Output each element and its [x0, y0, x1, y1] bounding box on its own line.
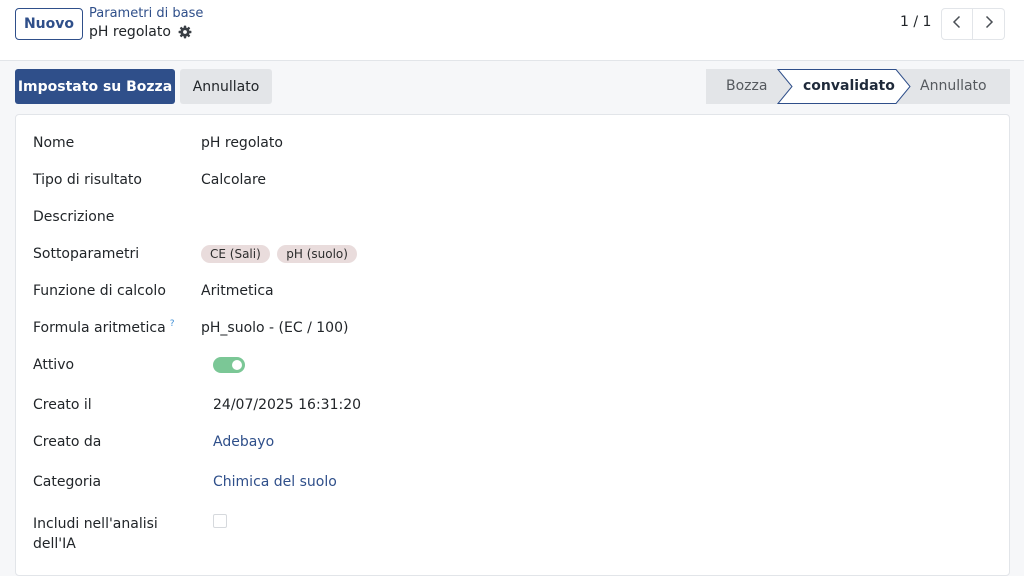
field-value-formula-aritmetica[interactable]: pH_suolo - (EC / 100)	[201, 320, 348, 336]
formula-label-text: Formula aritmetica	[33, 320, 166, 336]
cancel-button[interactable]: Annullato	[180, 69, 272, 104]
includi-ia-label-line2: dell'IA	[33, 536, 76, 552]
tag-ph-suolo[interactable]: pH (suolo)	[277, 245, 357, 263]
tag-ce-sali[interactable]: CE (Sali)	[201, 245, 270, 263]
new-button[interactable]: Nuovo	[15, 8, 83, 40]
control-panel: Nuovo Parametri di base pH regolato 1 / …	[0, 0, 1024, 61]
field-value-tipo-risultato[interactable]: Calcolare	[201, 172, 266, 188]
field-value-creato-da-link[interactable]: Adebayo	[213, 434, 274, 450]
record-title: pH regolato	[89, 24, 171, 40]
active-toggle[interactable]	[213, 357, 245, 373]
status-stage-convalidato[interactable]: convalidato	[803, 78, 895, 94]
pager-previous-button[interactable]	[941, 8, 973, 40]
field-label-creato-da: Creato da	[33, 434, 102, 450]
field-label-descrizione: Descrizione	[33, 209, 115, 225]
chevron-right-icon	[984, 15, 994, 33]
field-value-sottoparametri[interactable]: CE (Sali) pH (suolo)	[201, 245, 360, 263]
field-value-funzione-calcolo[interactable]: Aritmetica	[201, 283, 274, 299]
includi-ia-label-line1: Includi nell'analisi	[33, 516, 158, 532]
chevron-left-icon	[952, 15, 962, 33]
field-label-creato-il: Creato il	[33, 397, 92, 413]
field-label-categoria: Categoria	[33, 474, 102, 490]
field-label-funzione-calcolo: Funzione di calcolo	[33, 283, 166, 299]
status-stage-bozza[interactable]: Bozza	[726, 78, 767, 94]
pager-next-button[interactable]	[973, 8, 1005, 40]
toggle-knob	[232, 360, 242, 370]
field-label-formula-aritmetica: Formula aritmetica?	[33, 319, 175, 336]
pager-value[interactable]: 1 / 1	[900, 14, 931, 30]
field-value-categoria-link[interactable]: Chimica del suolo	[213, 474, 337, 490]
breadcrumb-parent-link[interactable]: Parametri di base	[89, 6, 203, 21]
field-label-nome: Nome	[33, 135, 75, 151]
help-tooltip-icon[interactable]: ?	[170, 319, 175, 329]
field-label-tipo-risultato: Tipo di risultato	[33, 172, 142, 188]
status-stage-annullato[interactable]: Annullato	[920, 78, 987, 94]
field-label-attivo: Attivo	[33, 357, 75, 373]
form-sheet	[15, 114, 1010, 576]
field-value-descrizione[interactable]	[201, 209, 981, 227]
set-draft-button[interactable]: Impostato su Bozza	[15, 69, 175, 104]
field-label-sottoparametri: Sottoparametri	[33, 246, 140, 262]
gear-icon[interactable]	[178, 25, 192, 39]
include-ai-checkbox[interactable]	[213, 514, 227, 528]
status-bar: Bozza convalidato Annullato	[706, 69, 1010, 104]
breadcrumb-current: pH regolato	[89, 24, 192, 40]
field-value-nome[interactable]: pH regolato	[201, 135, 283, 151]
field-value-creato-il: 24/07/2025 16:31:20	[213, 397, 362, 413]
field-label-includi-ia: Includi nell'analisi dell'IA	[33, 514, 158, 554]
